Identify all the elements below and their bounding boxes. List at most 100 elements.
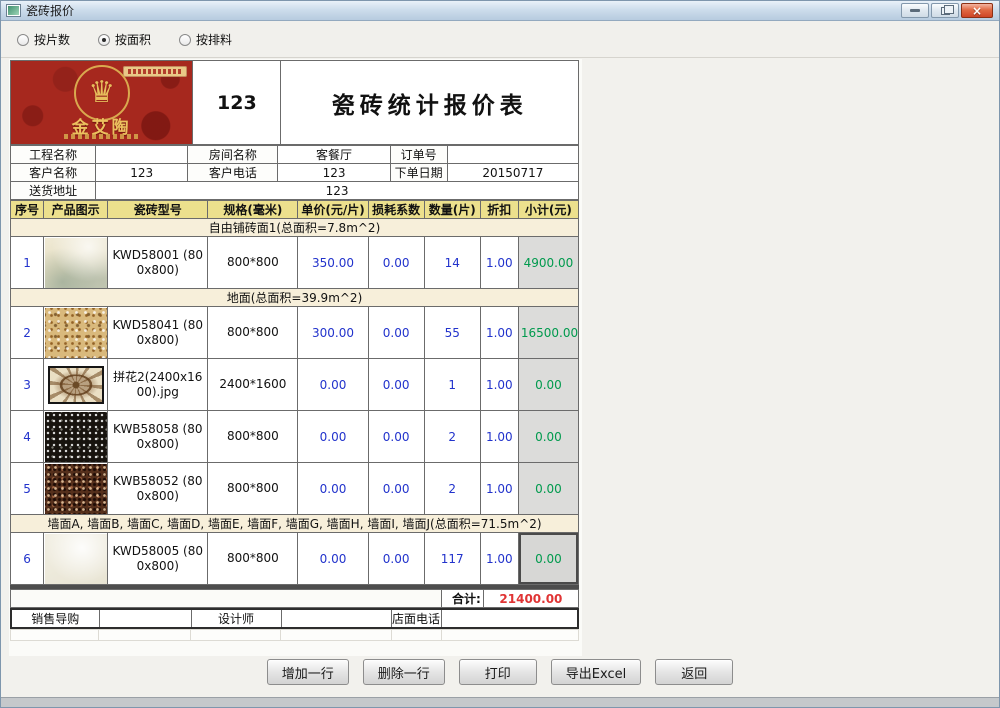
model-cell[interactable]: KWB58058 (800x800) [108,411,208,463]
section-label: 墙面A, 墙面B, 墙面C, 墙面D, 墙面E, 墙面F, 墙面G, 墙面H, … [11,515,579,533]
loss-factor-cell[interactable]: 0.00 [368,307,424,359]
discount-cell[interactable]: 1.00 [480,463,518,515]
customer-phone-value[interactable]: 123 [278,164,390,182]
quantity-cell[interactable]: 117 [424,533,480,585]
loss-factor-cell[interactable]: 0.00 [368,359,424,411]
spec-cell[interactable]: 800*800 [208,237,298,289]
minimize-icon [910,9,920,12]
radio-icon [98,34,110,46]
model-cell[interactable]: KWB58052 (800x800) [108,463,208,515]
brand-tagline-decoration [64,134,140,139]
row-number-cell[interactable]: 6 [11,533,44,585]
minimize-button[interactable] [901,3,929,18]
quotation-table: 序号产品图示瓷砖型号规格(毫米)单价(元/片)损耗系数数量(片)折扣小计(元) … [10,200,579,585]
radio-icon [17,34,29,46]
delete-row-button[interactable]: 删除一行 [363,659,445,685]
discount-cell[interactable]: 1.00 [480,533,518,585]
designer-value[interactable] [281,609,391,628]
quantity-cell[interactable]: 2 [424,463,480,515]
report-footer-row: 销售导购 设计师 店面电话 [10,608,579,629]
loss-factor-cell[interactable]: 0.00 [368,463,424,515]
delivery-address-value[interactable]: 123 [96,182,579,200]
unit-price-cell[interactable]: 0.00 [298,533,368,585]
tile-image[interactable] [44,237,108,289]
room-name-value[interactable]: 客餐厅 [278,146,390,164]
sales-guide-value[interactable] [99,609,191,628]
order-date-value[interactable]: 20150717 [447,164,578,182]
spec-cell[interactable]: 800*800 [208,463,298,515]
order-date-label: 下单日期 [390,164,447,182]
sales-guide-label: 销售导购 [11,609,99,628]
model-cell[interactable]: KWD58001 (800x800) [108,237,208,289]
spec-cell[interactable]: 800*800 [208,307,298,359]
customer-phone-label: 客户电话 [188,164,278,182]
designer-label: 设计师 [191,609,281,628]
discount-cell[interactable]: 1.00 [480,411,518,463]
delivery-address-label: 送货地址 [11,182,96,200]
unit-price-cell[interactable]: 0.00 [298,463,368,515]
radio-by-layout[interactable]: 按排料 [179,31,232,48]
print-button[interactable]: 打印 [459,659,537,685]
unit-price-cell[interactable]: 0.00 [298,411,368,463]
table-row: 3拼花2(2400x1600).jpg2400*16000.000.0011.0… [11,359,579,411]
subtotal-cell[interactable]: 0.00 [518,411,578,463]
subtotal-cell[interactable]: 0.00 [518,533,578,585]
row-number-cell[interactable]: 2 [11,307,44,359]
row-number-cell[interactable]: 5 [11,463,44,515]
unit-price-cell[interactable]: 350.00 [298,237,368,289]
column-header: 单价(元/片) [298,201,368,219]
discount-cell[interactable]: 1.00 [480,237,518,289]
tile-image-black-granite [45,412,107,462]
order-no-value[interactable] [447,146,578,164]
maximize-button[interactable] [931,3,959,18]
spec-cell[interactable]: 2400*1600 [208,359,298,411]
unit-price-cell[interactable]: 0.00 [298,359,368,411]
tile-image[interactable] [44,307,108,359]
quantity-cell[interactable]: 55 [424,307,480,359]
close-button[interactable]: × [961,3,993,18]
export-excel-button[interactable]: 导出Excel [551,659,641,685]
tile-image[interactable] [44,411,108,463]
subtotal-cell[interactable]: 4900.00 [518,237,578,289]
quantity-cell[interactable]: 1 [424,359,480,411]
tile-image[interactable] [44,533,108,585]
back-button[interactable]: 返回 [655,659,733,685]
quantity-cell[interactable]: 14 [424,237,480,289]
column-header: 数量(片) [424,201,480,219]
section-label: 自由铺砖面1(总面积=7.8m^2) [11,219,579,237]
model-cell[interactable]: 拼花2(2400x1600).jpg [108,359,208,411]
radio-label: 按面积 [115,31,151,48]
spec-cell[interactable]: 800*800 [208,411,298,463]
radio-by-area[interactable]: 按面积 [98,31,151,48]
loss-factor-cell[interactable]: 0.00 [368,237,424,289]
subtotal-cell[interactable]: 0.00 [518,463,578,515]
subtotal-cell[interactable]: 0.00 [518,359,578,411]
subtotal-cell[interactable]: 16500.00 [518,307,578,359]
tile-image-tan-granite [45,308,107,358]
title-bar: 瓷砖报价 × [1,1,999,21]
model-cell[interactable]: KWD58041 (800x800) [108,307,208,359]
discount-cell[interactable]: 1.00 [480,359,518,411]
section-label: 地面(总面积=39.9m^2) [11,289,579,307]
row-number-cell[interactable]: 1 [11,237,44,289]
tile-image[interactable] [44,463,108,515]
column-header: 小计(元) [518,201,578,219]
loss-factor-cell[interactable]: 0.00 [368,533,424,585]
store-phone-value[interactable] [441,609,578,628]
section-row: 墙面A, 墙面B, 墙面C, 墙面D, 墙面E, 墙面F, 墙面G, 墙面H, … [11,515,579,533]
quantity-cell[interactable]: 2 [424,411,480,463]
tile-image[interactable] [44,359,108,411]
discount-cell[interactable]: 1.00 [480,307,518,359]
project-name-value[interactable] [96,146,188,164]
spec-cell[interactable]: 800*800 [208,533,298,585]
row-number-cell[interactable]: 3 [11,359,44,411]
window-title: 瓷砖报价 [26,2,74,19]
add-row-button[interactable]: 增加一行 [267,659,349,685]
model-cell[interactable]: KWD58005 (800x800) [108,533,208,585]
radio-by-piece[interactable]: 按片数 [17,31,70,48]
customer-name-value[interactable]: 123 [96,164,188,182]
loss-factor-cell[interactable]: 0.00 [368,411,424,463]
unit-price-cell[interactable]: 300.00 [298,307,368,359]
row-number-cell[interactable]: 4 [11,411,44,463]
column-header: 序号 [11,201,44,219]
